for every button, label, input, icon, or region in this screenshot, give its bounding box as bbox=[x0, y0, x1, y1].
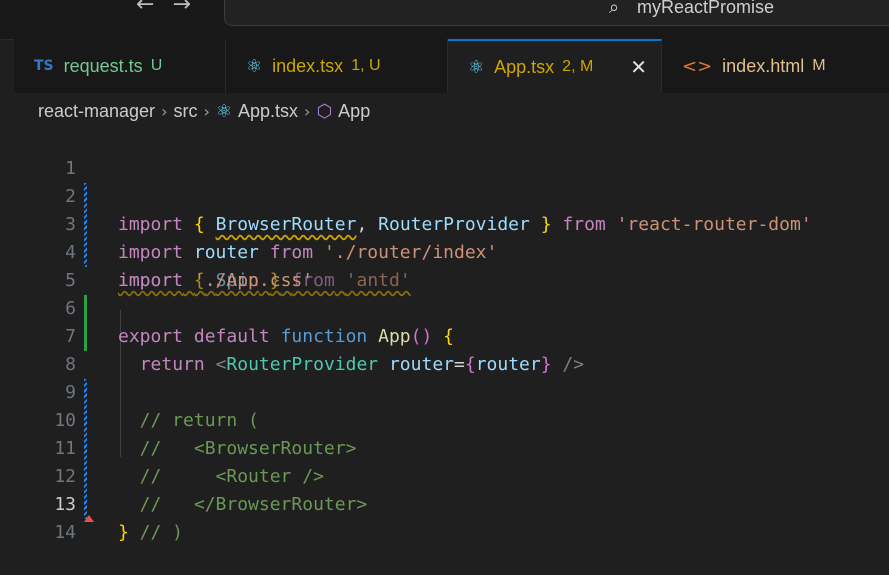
tab-label: App.tsx bbox=[494, 56, 555, 77]
code-line: 11 // </BrowserRouter> bbox=[14, 407, 889, 515]
code-line: 3 import { Spin } from 'antd' bbox=[14, 183, 889, 291]
chevron-right-icon: › bbox=[304, 101, 311, 121]
code-line: 1 import { BrowserRouter, RouterProvider… bbox=[14, 127, 889, 235]
breadcrumb-folder[interactable]: src bbox=[173, 101, 197, 122]
close-icon[interactable]: ✕ bbox=[630, 55, 647, 79]
chevron-right-icon: › bbox=[203, 101, 210, 121]
git-deleted-marker[interactable] bbox=[84, 515, 94, 522]
arrow-left-icon[interactable]: ← bbox=[136, 0, 172, 17]
html-icon: <> bbox=[682, 55, 713, 77]
title-bar: ←→ ⌕ myReactPromise bbox=[0, 0, 889, 40]
tab-status: 1, U bbox=[351, 57, 381, 74]
code-line: 9 // <BrowserRouter> bbox=[14, 351, 889, 459]
line-number: 14 bbox=[54, 522, 76, 543]
window-title: myReactPromise bbox=[637, 0, 775, 17]
code-line: 7 bbox=[14, 295, 889, 347]
tab-status: U bbox=[150, 57, 163, 74]
code-line: 5 export default function App() { bbox=[14, 239, 889, 347]
breadcrumb: react-manager › src › ⚛ App.tsx › ⬡ App bbox=[38, 98, 370, 124]
tab-label: request.ts bbox=[63, 55, 143, 76]
chevron-right-icon: › bbox=[161, 101, 168, 121]
code-line: 13 } bbox=[14, 463, 889, 543]
tab-status: M bbox=[812, 57, 826, 74]
tab-app-tsx[interactable]: ⚛ App.tsx 2, M ✕ bbox=[448, 39, 662, 93]
code-line: 12 // ) bbox=[14, 435, 889, 543]
code-line: 8 // return ( bbox=[14, 323, 889, 431]
typescript-icon: TS bbox=[34, 58, 54, 74]
command-center[interactable]: ⌕ myReactPromise bbox=[224, 0, 889, 26]
code-line: 10 // <Router /> bbox=[14, 379, 889, 487]
search-icon: ⌕ bbox=[609, 0, 620, 18]
tab-label: index.tsx bbox=[272, 55, 344, 76]
code-editor[interactable]: 1 import { BrowserRouter, RouterProvider… bbox=[14, 127, 889, 543]
code-line: 2 import router from './router/index' bbox=[14, 155, 889, 263]
tab-index-tsx[interactable]: ⚛ index.tsx 1, U bbox=[226, 39, 448, 93]
code-line: 14 bbox=[14, 491, 889, 543]
breadcrumb-file[interactable]: App.tsx bbox=[238, 101, 298, 122]
editor-tabs: TS request.ts U ⚛ index.tsx 1, U ⚛ App.t… bbox=[14, 39, 889, 93]
react-icon: ⚛ bbox=[468, 56, 485, 78]
code-line: 6 return <RouterProvider router={router}… bbox=[14, 267, 889, 375]
arrow-right-icon[interactable]: → bbox=[172, 0, 208, 17]
symbol-method-icon: ⬡ bbox=[316, 100, 333, 122]
tab-status: 2, M bbox=[562, 58, 594, 75]
tab-request-ts[interactable]: TS request.ts U bbox=[14, 39, 226, 93]
nav-arrows: ←→ bbox=[136, 0, 209, 17]
breadcrumb-symbol[interactable]: App bbox=[338, 101, 370, 122]
react-icon: ⚛ bbox=[246, 55, 263, 77]
react-icon: ⚛ bbox=[215, 100, 233, 122]
tab-index-html[interactable]: <> index.html M bbox=[662, 39, 889, 93]
breadcrumb-folder[interactable]: react-manager bbox=[38, 101, 155, 122]
tab-label: index.html bbox=[722, 55, 805, 76]
code-line: 4 import './App.css' bbox=[14, 211, 889, 291]
